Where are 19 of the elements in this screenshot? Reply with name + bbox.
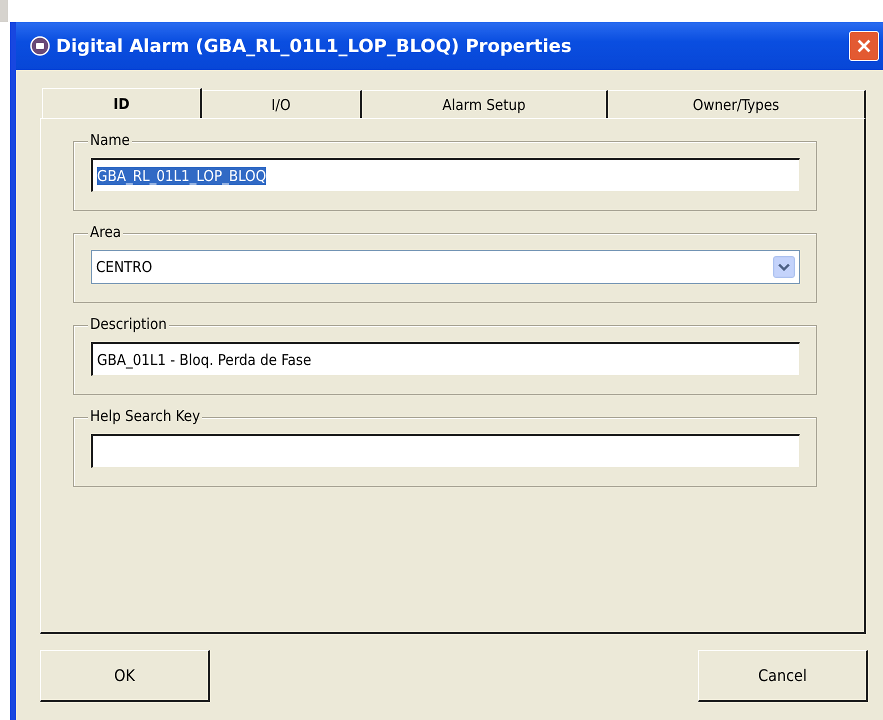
close-icon [855, 37, 873, 55]
window-title: Digital Alarm (GBA_RL_01L1_LOP_BLOQ) Properties [56, 36, 573, 56]
close-button[interactable] [849, 31, 879, 61]
field-value: GBA_01L1 - Bloq. Perda de Fase [97, 350, 312, 368]
tab[interactable]: ID [42, 88, 202, 118]
input-field[interactable]: GBA_RL_01L1_LOP_BLOQ [91, 158, 800, 192]
tab[interactable]: I/O [202, 90, 362, 118]
area-dropdown[interactable]: CENTRO [91, 250, 800, 284]
field-value: GBA_RL_01L1_LOP_BLOQ [97, 166, 266, 184]
group-label: Description [88, 315, 169, 333]
dialog-button[interactable]: OK [40, 650, 210, 702]
input-field[interactable] [91, 434, 800, 468]
input-field[interactable]: GBA_01L1 - Bloq. Perda de Fase [91, 342, 800, 376]
app-icon [30, 36, 50, 56]
dialog-button[interactable]: Cancel [698, 650, 868, 702]
tab[interactable]: Owner/Types [608, 90, 866, 118]
group-label: Help Search Key [88, 407, 202, 425]
tab[interactable]: Alarm Setup [362, 90, 608, 118]
dropdown-value: CENTRO [96, 258, 152, 276]
